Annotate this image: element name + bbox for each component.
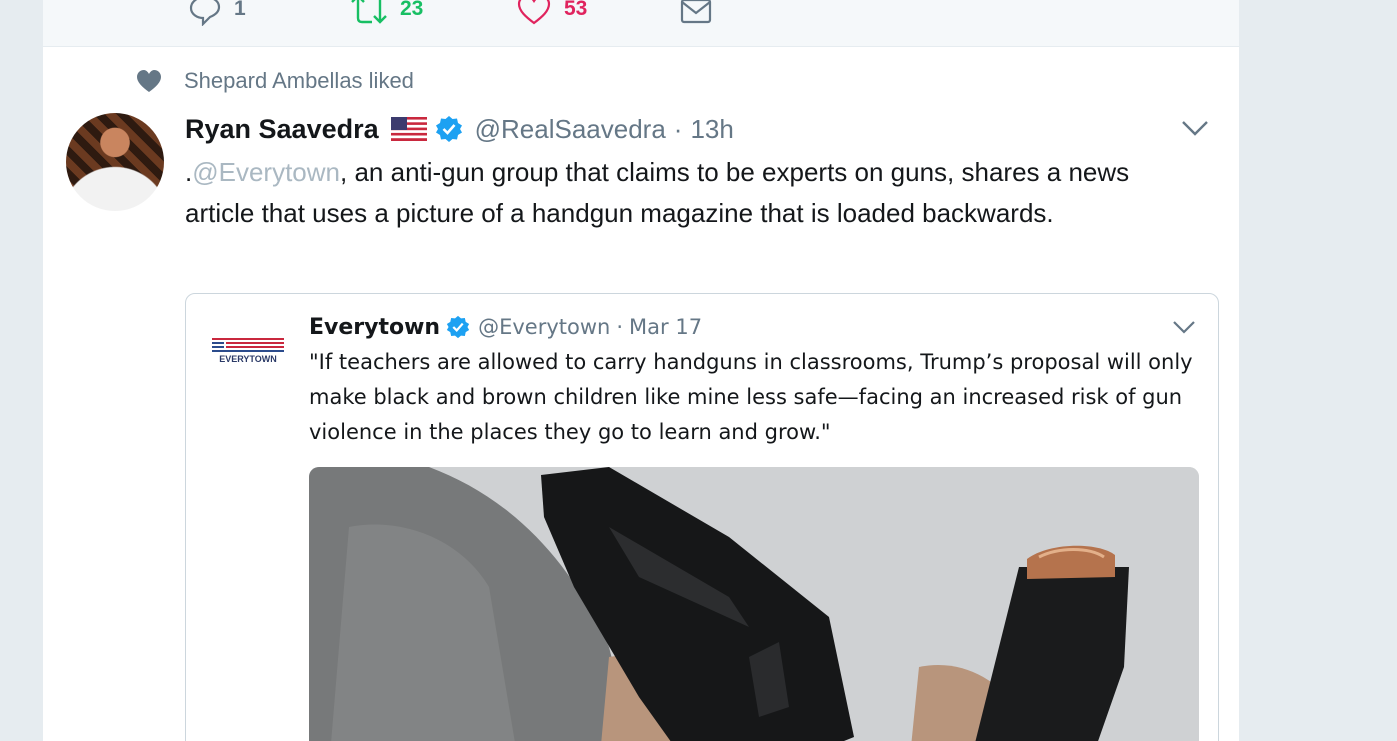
social-context-text: Shepard Ambellas liked <box>184 68 414 93</box>
separator: · <box>673 113 683 144</box>
like-count: 53 <box>564 0 588 20</box>
reply-icon <box>189 0 221 26</box>
retweet-count: 23 <box>400 0 424 20</box>
author-name[interactable]: Ryan Saavedra <box>185 114 379 145</box>
handgun-photo <box>309 467 1199 741</box>
reply-count: 1 <box>234 0 246 20</box>
retweet-icon <box>351 0 387 24</box>
quoted-author-handle[interactable]: @Everytown <box>478 315 610 339</box>
us-flag-icon <box>390 117 427 141</box>
timeline-column: 1 23 53 Shepard Ambellas liked Ryan Saav… <box>43 0 1239 741</box>
mention-link[interactable]: @Everytown <box>192 157 340 187</box>
avatar[interactable] <box>66 113 164 211</box>
quoted-timestamp[interactable]: Mar 17 <box>629 315 702 339</box>
separator: · <box>616 315 624 339</box>
quoted-author-name[interactable]: Everytown <box>309 315 440 340</box>
previous-tweet-actions: 1 23 53 <box>43 0 1239 47</box>
quoted-tweet-text: "If teachers are allowed to carry handgu… <box>309 350 1193 444</box>
quoted-tweet-header: Everytown @Everytown · Mar 17 <box>309 312 702 342</box>
reply-button[interactable]: 1 <box>188 0 246 26</box>
logo-text: EVERYTOWN <box>219 354 277 364</box>
timestamp[interactable]: 13h <box>690 114 733 145</box>
author-handle[interactable]: @RealSaavedra <box>475 114 666 145</box>
like-button[interactable]: 53 <box>516 0 587 26</box>
retweet-button[interactable]: 23 <box>350 0 423 26</box>
everytown-logo: EVERYTOWN <box>212 338 284 368</box>
quoted-tweet[interactable]: EVERYTOWN Everytown @Everytown · Mar 17 … <box>185 293 1219 741</box>
verified-badge-icon <box>435 116 462 142</box>
tweet-header: Ryan Saavedra @RealSaavedra · 13h <box>185 112 734 146</box>
direct-message-button[interactable] <box>679 0 713 26</box>
chevron-down-icon[interactable] <box>1181 118 1209 138</box>
chevron-down-icon[interactable] <box>1172 318 1196 336</box>
heart-icon <box>137 70 161 92</box>
envelope-icon <box>680 0 712 24</box>
social-context: Shepard Ambellas liked <box>136 68 414 94</box>
quoted-tweet-image[interactable] <box>309 467 1199 741</box>
heart-icon <box>517 0 551 25</box>
verified-badge-icon <box>446 315 470 339</box>
tweet-text: .@Everytown, an anti-gun group that clai… <box>185 152 1175 234</box>
